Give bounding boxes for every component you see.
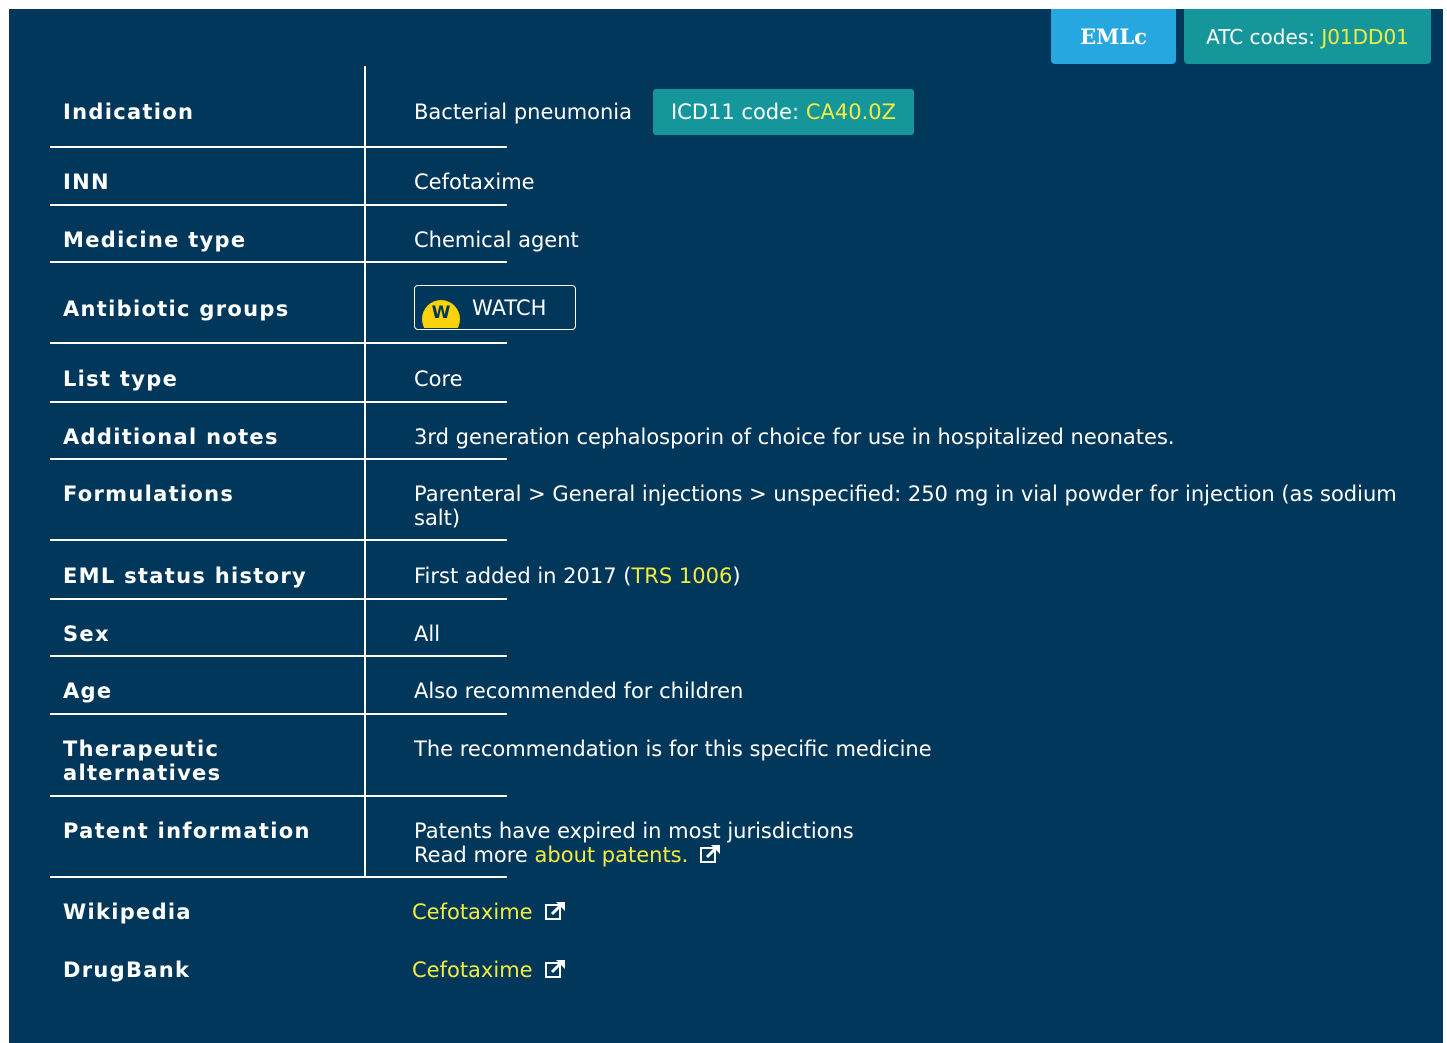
icd11-code-link[interactable]: CA40.0Z — [806, 100, 896, 124]
therapeutic-alternatives-value: The recommendation is for this specific … — [414, 737, 932, 761]
external-link-icon[interactable] — [700, 844, 722, 869]
row-divider — [50, 261, 507, 263]
row-label: Medicine type — [63, 228, 247, 252]
icd11-code-badge[interactable]: ICD11 code: CA40.0Z — [653, 89, 914, 135]
watch-icon: W — [422, 300, 460, 328]
additional-notes-value: 3rd generation cephalosporin of choice f… — [414, 425, 1175, 449]
patent-line-2: Read more about patents. — [414, 843, 1404, 869]
sex-value: All — [414, 622, 441, 646]
medicine-type-value: Chemical agent — [414, 228, 579, 252]
row-divider — [50, 204, 507, 206]
age-value: Also recommended for children — [414, 679, 744, 703]
row-label: DrugBank — [63, 958, 191, 982]
emlc-tag[interactable]: EMLc — [1051, 9, 1176, 64]
icd11-label: ICD11 code: — [670, 100, 806, 124]
list-type-value: Core — [414, 367, 463, 391]
row-divider — [50, 146, 507, 148]
row-divider — [50, 713, 507, 715]
row-label: Sex — [63, 622, 110, 646]
drugbank-value: Cefotaxime — [412, 958, 1402, 984]
drugbank-link[interactable]: Cefotaxime — [412, 958, 533, 982]
atc-code-link[interactable]: J01DD01 — [1321, 25, 1409, 49]
row-divider — [50, 598, 507, 600]
inn-value: Cefotaxime — [414, 170, 535, 194]
formulations-value: Parenteral > General injections > unspec… — [414, 482, 1397, 530]
row-divider — [50, 401, 507, 403]
row-divider — [50, 876, 507, 878]
read-more-prefix: Read more — [414, 843, 535, 867]
row-label: Additional notes — [63, 425, 279, 449]
external-link-icon[interactable] — [544, 901, 567, 926]
medicine-detail-panel: EMLc ATC codes: J01DD01 Indication Bacte… — [9, 9, 1443, 1043]
row-divider — [50, 795, 507, 797]
row-label: Antibiotic groups — [63, 297, 290, 321]
atc-codes-label: ATC codes: — [1206, 24, 1322, 49]
row-label: INN — [63, 170, 110, 194]
column-divider — [364, 66, 366, 877]
patent-information-value: Patents have expired in most jurisdictio… — [414, 819, 1404, 869]
row-divider — [50, 342, 507, 344]
wikipedia-value: Cefotaxime — [412, 900, 1402, 926]
eml-status-suffix: ) — [732, 564, 741, 588]
external-link-icon[interactable] — [544, 959, 567, 984]
row-divider — [50, 539, 507, 541]
row-divider — [50, 458, 507, 460]
trs-1006-link[interactable]: TRS 1006 — [631, 564, 732, 588]
row-label: Indication — [63, 100, 195, 124]
row-label: Therapeutic alternatives — [63, 737, 222, 785]
row-label: Age — [63, 679, 113, 703]
watch-label: WATCH — [472, 295, 547, 320]
watch-group-badge[interactable]: W WATCH — [414, 285, 576, 330]
atc-codes-tag: ATC codes: J01DD01 — [1184, 9, 1431, 64]
row-label: Wikipedia — [63, 900, 192, 924]
wikipedia-link[interactable]: Cefotaxime — [412, 900, 533, 924]
row-label: Formulations — [63, 482, 235, 506]
eml-status-value: First added in 2017 (TRS 1006) — [414, 564, 1404, 588]
row-divider — [50, 655, 507, 657]
row-label: List type — [63, 367, 179, 391]
patent-line-1: Patents have expired in most jurisdictio… — [414, 819, 854, 843]
row-label: EML status history — [63, 564, 308, 588]
eml-status-prefix: First added in 2017 ( — [414, 564, 632, 588]
emlc-tag-label: EMLc — [1080, 24, 1147, 49]
about-patents-link[interactable]: about patents. — [535, 843, 689, 867]
row-label: Patent information — [63, 819, 311, 843]
